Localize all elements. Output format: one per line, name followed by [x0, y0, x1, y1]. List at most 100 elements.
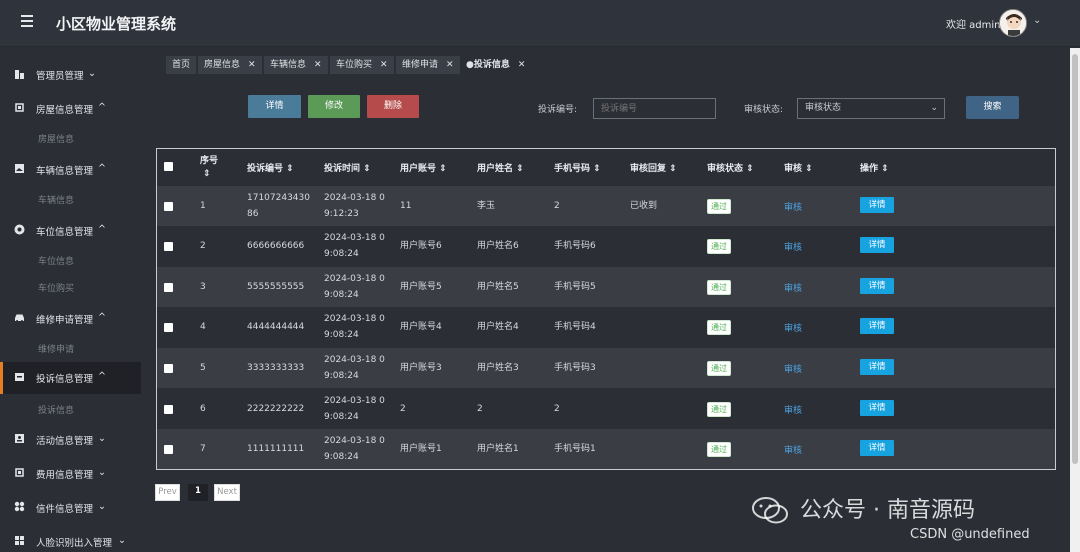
- cell-index: 3: [200, 282, 206, 292]
- row-detail-button[interactable]: 详情: [860, 440, 894, 456]
- tab-home[interactable]: 首页: [166, 56, 197, 74]
- cell-complaint-no: 2222222222: [247, 404, 305, 414]
- scrollbar-thumb[interactable]: [1072, 54, 1078, 464]
- chevron-down-icon: ⌄: [98, 467, 106, 478]
- row-detail-button[interactable]: 详情: [860, 278, 894, 294]
- row-detail-button[interactable]: 详情: [860, 318, 894, 334]
- table-row[interactable]: 4 4444444444 2024-03-18 0 9:08:24 用户账号4 …: [157, 307, 1055, 347]
- cell-complaint-no: 3333333333: [247, 363, 305, 373]
- sidebar-item-letter[interactable]: 信件信息管理 ⌄: [0, 492, 141, 522]
- row-detail-button[interactable]: 详情: [860, 359, 894, 375]
- table-row[interactable]: 7 1111111111 2024-03-18 0 9:08:24 用户账号1 …: [157, 429, 1055, 469]
- col-audit[interactable]: 审核 ⇕: [784, 161, 813, 174]
- edit-button[interactable]: 修改: [308, 95, 360, 118]
- table-row[interactable]: 3 5555555555 2024-03-18 0 9:08:24 用户账号5 …: [157, 267, 1055, 307]
- audit-link[interactable]: 审核: [784, 240, 802, 253]
- sidebar-sub-parking-info[interactable]: 车位信息: [38, 254, 74, 267]
- col-complaint-no[interactable]: 投诉编号 ⇕: [247, 161, 294, 174]
- sidebar-item-label: 房屋信息管理: [36, 105, 94, 116]
- close-icon[interactable]: ✕: [380, 60, 388, 70]
- sidebar-sub-vehicle-info[interactable]: 车辆信息: [38, 193, 74, 206]
- tab-house[interactable]: 房屋信息 ✕: [198, 56, 262, 74]
- close-icon[interactable]: ✕: [248, 60, 256, 70]
- cell-index: 5: [200, 363, 206, 373]
- row-checkbox[interactable]: [164, 364, 173, 373]
- table-row[interactable]: 5 3333333333 2024-03-18 0 9:08:24 用户账号3 …: [157, 348, 1055, 388]
- chevron-down-icon: ⌄: [88, 68, 96, 79]
- tab-label: 房屋信息: [204, 60, 241, 70]
- col-label: 审核状态: [707, 164, 744, 174]
- audit-link[interactable]: 审核: [784, 281, 802, 294]
- close-icon[interactable]: ✕: [314, 60, 322, 70]
- chevron-up-icon: ^: [98, 312, 106, 323]
- row-checkbox[interactable]: [164, 202, 173, 211]
- audit-status-select[interactable]: 审核状态 ⌄: [797, 98, 945, 119]
- row-detail-button[interactable]: 详情: [860, 237, 894, 253]
- sidebar-item-parking[interactable]: 车位信息管理 ^: [0, 215, 141, 245]
- sidebar-item-face[interactable]: 人脸识别出入管理 ⌄: [0, 526, 141, 552]
- close-icon[interactable]: ✕: [446, 60, 454, 70]
- audit-link[interactable]: 审核: [784, 443, 802, 456]
- cell-time: 2024-03-18 0: [324, 314, 385, 324]
- col-username[interactable]: 用户姓名 ⇕: [477, 161, 524, 174]
- sidebar-sub-house-info[interactable]: 房屋信息: [38, 132, 74, 145]
- col-phone[interactable]: 手机号码 ⇕: [554, 161, 601, 174]
- detail-button[interactable]: 详情: [248, 95, 301, 118]
- col-label: 审核回复: [630, 164, 667, 174]
- col-index[interactable]: 序号: [200, 153, 218, 166]
- sidebar-sub-parking-buy[interactable]: 车位购买: [38, 281, 74, 294]
- cell-phone: 2: [554, 404, 560, 414]
- audit-link[interactable]: 审核: [784, 362, 802, 375]
- row-checkbox[interactable]: [164, 242, 173, 251]
- sidebar-item-complaint[interactable]: 投诉信息管理 ^: [0, 362, 141, 394]
- col-ops[interactable]: 操作 ⇕: [860, 161, 889, 174]
- chevron-down-icon[interactable]: ⌄: [1033, 15, 1041, 26]
- sidebar: 管理员管理 ⌄ 房屋信息管理 ^ 房屋信息 车辆信息管理 ^ 车辆信息 车位信息…: [0, 48, 141, 552]
- select-all-checkbox[interactable]: [164, 162, 173, 171]
- row-checkbox[interactable]: [164, 445, 173, 454]
- menu-toggle-icon[interactable]: [21, 15, 35, 29]
- image-icon: [15, 164, 24, 173]
- delete-button[interactable]: 删除: [367, 95, 419, 118]
- sidebar-item-activity[interactable]: 活动信息管理 ⌄: [0, 424, 141, 454]
- sidebar-item-fee[interactable]: 费用信息管理 ⌄: [0, 458, 141, 488]
- tab-complaint[interactable]: ●投诉信息 ✕: [460, 56, 532, 74]
- audit-link[interactable]: 审核: [784, 403, 802, 416]
- col-status[interactable]: 审核状态 ⇕: [707, 161, 754, 174]
- sidebar-item-repair[interactable]: 维修申请管理 ^: [0, 303, 141, 333]
- col-complaint-time[interactable]: 投诉时间 ⇕: [324, 161, 371, 174]
- search-button[interactable]: 搜索: [966, 96, 1019, 119]
- close-icon[interactable]: ✕: [518, 60, 526, 70]
- col-account[interactable]: 用户账号 ⇕: [400, 161, 447, 174]
- tab-vehicle[interactable]: 车辆信息 ✕: [264, 56, 328, 74]
- sidebar-item-admin[interactable]: 管理员管理 ⌄: [0, 59, 141, 89]
- row-checkbox[interactable]: [164, 405, 173, 414]
- prev-page-button[interactable]: Prev: [155, 484, 180, 501]
- sort-icon: ⇕: [669, 164, 677, 174]
- vertical-scrollbar[interactable]: [1070, 48, 1080, 552]
- row-checkbox[interactable]: [164, 283, 173, 292]
- table-row[interactable]: 2 6666666666 2024-03-18 0 9:08:24 用户账号6 …: [157, 226, 1055, 266]
- row-detail-button[interactable]: 详情: [860, 400, 894, 416]
- table-row[interactable]: 6 2222222222 2024-03-18 0 9:08:24 2 2 2 …: [157, 389, 1055, 429]
- table-row[interactable]: 1 17107243430 86 2024-03-18 0 9:12:23 11…: [157, 186, 1055, 226]
- tab-repair[interactable]: 维修申请 ✕: [396, 56, 460, 74]
- col-reply[interactable]: 审核回复 ⇕: [630, 161, 677, 174]
- sidebar-item-vehicle[interactable]: 车辆信息管理 ^: [0, 154, 141, 184]
- col-label: 审核: [784, 164, 803, 174]
- complaint-no-input[interactable]: [593, 98, 716, 119]
- row-checkbox[interactable]: [164, 323, 173, 332]
- tab-parking-buy[interactable]: 车位购买 ✕: [330, 56, 394, 74]
- audit-link[interactable]: 审核: [784, 321, 802, 334]
- avatar[interactable]: [999, 9, 1027, 37]
- sidebar-sub-complaint[interactable]: 投诉信息: [38, 403, 74, 416]
- current-page[interactable]: 1: [188, 484, 208, 501]
- sort-icon[interactable]: ⇕: [203, 169, 211, 179]
- sidebar-item-house[interactable]: 房屋信息管理 ^: [0, 93, 141, 123]
- row-detail-button[interactable]: 详情: [860, 197, 894, 213]
- chip-icon: [15, 468, 24, 477]
- audit-link[interactable]: 审核: [784, 200, 802, 213]
- cell-account: 用户账号3: [400, 363, 442, 373]
- sidebar-sub-repair[interactable]: 维修申请: [38, 342, 74, 355]
- next-page-button[interactable]: Next: [214, 484, 240, 501]
